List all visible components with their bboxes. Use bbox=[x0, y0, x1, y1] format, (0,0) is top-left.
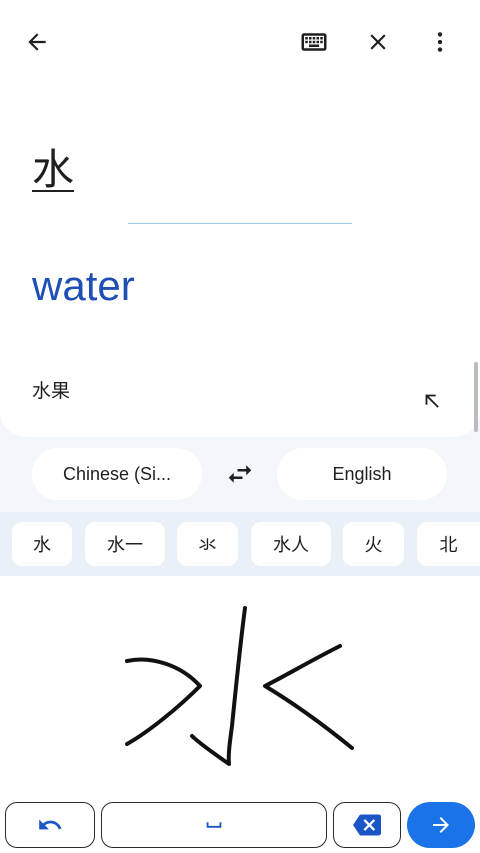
undo-icon bbox=[39, 819, 62, 830]
target-language-button[interactable]: English bbox=[277, 448, 447, 500]
arrow-right-icon bbox=[433, 817, 449, 833]
close-button[interactable] bbox=[356, 20, 400, 64]
candidate-row: 水 水一 氺 水人 火 北 bbox=[0, 512, 480, 576]
keyboard-button[interactable] bbox=[292, 20, 336, 64]
scrollbar[interactable] bbox=[474, 362, 478, 432]
space-bar-icon bbox=[206, 822, 222, 828]
keyboard-bar bbox=[0, 796, 480, 853]
close-icon bbox=[370, 34, 386, 50]
backspace-icon bbox=[353, 814, 381, 836]
candidate-item[interactable]: 氺 bbox=[177, 522, 238, 566]
source-text[interactable]: 水 bbox=[32, 136, 74, 197]
undo-button[interactable] bbox=[5, 802, 95, 848]
suggestion-text[interactable]: 水果 bbox=[32, 376, 70, 403]
top-bar bbox=[0, 0, 480, 86]
more-options-button[interactable] bbox=[418, 20, 462, 64]
handwriting-canvas[interactable] bbox=[0, 576, 480, 796]
handwriting-strokes bbox=[125, 606, 354, 766]
candidate-item[interactable]: 水一 bbox=[85, 522, 165, 566]
stroke-2 bbox=[125, 657, 202, 746]
translation-text: water bbox=[32, 262, 135, 309]
swap-horiz-icon bbox=[228, 465, 252, 483]
stroke-3 bbox=[263, 644, 354, 750]
more-vert-icon bbox=[437, 32, 443, 52]
insert-suggestion-button[interactable] bbox=[418, 387, 446, 415]
candidate-item[interactable]: 北 bbox=[417, 522, 480, 566]
candidate-item[interactable]: 火 bbox=[343, 522, 404, 566]
enter-button[interactable] bbox=[407, 802, 475, 848]
translation-card: 水 water 水果 bbox=[0, 0, 480, 437]
source-language-button[interactable]: Chinese (Si... bbox=[32, 448, 202, 500]
arrow-up-left-icon bbox=[425, 394, 439, 408]
swap-languages-button[interactable] bbox=[220, 454, 260, 494]
backspace-key[interactable] bbox=[333, 802, 401, 848]
back-button[interactable] bbox=[15, 20, 59, 64]
candidate-item[interactable]: 水 bbox=[12, 522, 72, 566]
divider bbox=[128, 223, 352, 224]
arrow-left-icon bbox=[28, 33, 46, 51]
candidate-item[interactable]: 水人 bbox=[251, 522, 331, 566]
space-key[interactable] bbox=[101, 802, 327, 848]
keyboard-icon bbox=[301, 33, 327, 51]
